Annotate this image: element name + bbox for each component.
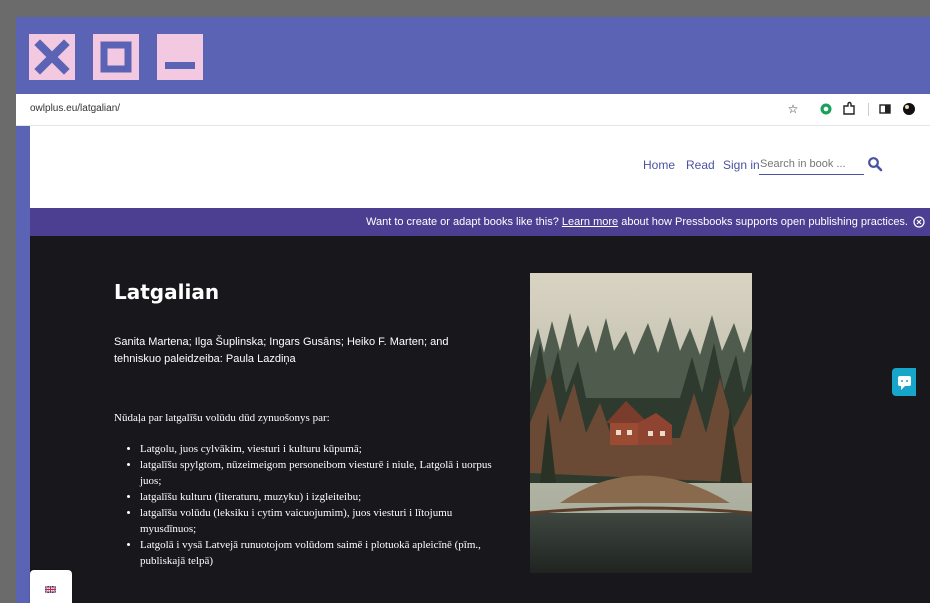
minimize-icon	[165, 62, 195, 69]
nav-home-link[interactable]: Home	[643, 158, 675, 172]
learn-more-link[interactable]: Learn more	[562, 216, 618, 228]
profile-avatar-icon[interactable]	[900, 100, 918, 118]
book-intro: Nūdaļa par latgalīšu volūdu dūd zynuošon…	[114, 412, 330, 424]
extension-circle-icon[interactable]	[817, 100, 835, 118]
maximize-icon	[100, 41, 132, 73]
book-title: Latgalian	[114, 280, 220, 304]
help-chat-tab[interactable]	[892, 368, 916, 396]
close-window-button[interactable]	[29, 34, 75, 80]
nav-read-link[interactable]: Read	[686, 158, 715, 172]
maximize-window-button[interactable]	[93, 34, 139, 80]
list-item: latgalīšu kulturu (literaturu, muzyku) i…	[140, 489, 500, 505]
uk-flag-icon	[45, 586, 56, 593]
book-authors: Sanita Martena; Ilga Šuplinska; Ingars G…	[114, 336, 449, 365]
promo-banner: Want to create or adapt books like this?…	[30, 208, 930, 236]
chat-bubble-icon	[898, 376, 911, 390]
app-window: owlplus.eu/latgalian/ ☆ Home Read Sign i…	[16, 17, 930, 603]
site-header: Home Read Sign in	[30, 126, 930, 208]
book-cover-image	[530, 273, 752, 573]
close-icon	[34, 39, 70, 75]
side-panel-icon[interactable]	[876, 100, 894, 118]
list-item: Latgolā i vysā Latvejā runuotojom volūdo…	[140, 537, 500, 569]
book-hero: Latgalian Sanita Martena; Ilga Šuplinska…	[30, 236, 930, 603]
book-topics-list: Latgolu, juos cylvākim, viesturi i kultu…	[114, 441, 500, 569]
address-bar[interactable]: owlplus.eu/latgalian/ ☆	[16, 94, 930, 126]
list-item: latgalīšu volūdu (leksiku i cytim vaicuo…	[140, 505, 500, 537]
nav-sign-in-link[interactable]: Sign in	[723, 158, 760, 172]
bookmark-star-icon[interactable]: ☆	[784, 100, 802, 118]
search-input[interactable]	[759, 154, 864, 175]
minimize-window-button[interactable]	[157, 34, 203, 80]
url-text[interactable]: owlplus.eu/latgalian/	[30, 103, 120, 114]
banner-prefix: Want to create or adapt books like this?	[366, 216, 559, 228]
close-circle-icon[interactable]	[913, 216, 925, 228]
language-switcher[interactable]	[30, 570, 72, 603]
banner-text: Want to create or adapt books like this?…	[366, 216, 908, 228]
list-item: Latgolu, juos cylvākim, viesturi i kultu…	[140, 441, 500, 457]
extensions-puzzle-icon[interactable]	[840, 100, 858, 118]
toolbar-divider	[868, 103, 869, 116]
web-page: Home Read Sign in Want to create or adap…	[30, 126, 930, 603]
banner-suffix: about how Pressbooks supports open publi…	[621, 216, 908, 228]
list-item: latgalīšu spylgtom, nūzeimeigom personei…	[140, 457, 500, 489]
search-icon[interactable]	[867, 156, 883, 172]
